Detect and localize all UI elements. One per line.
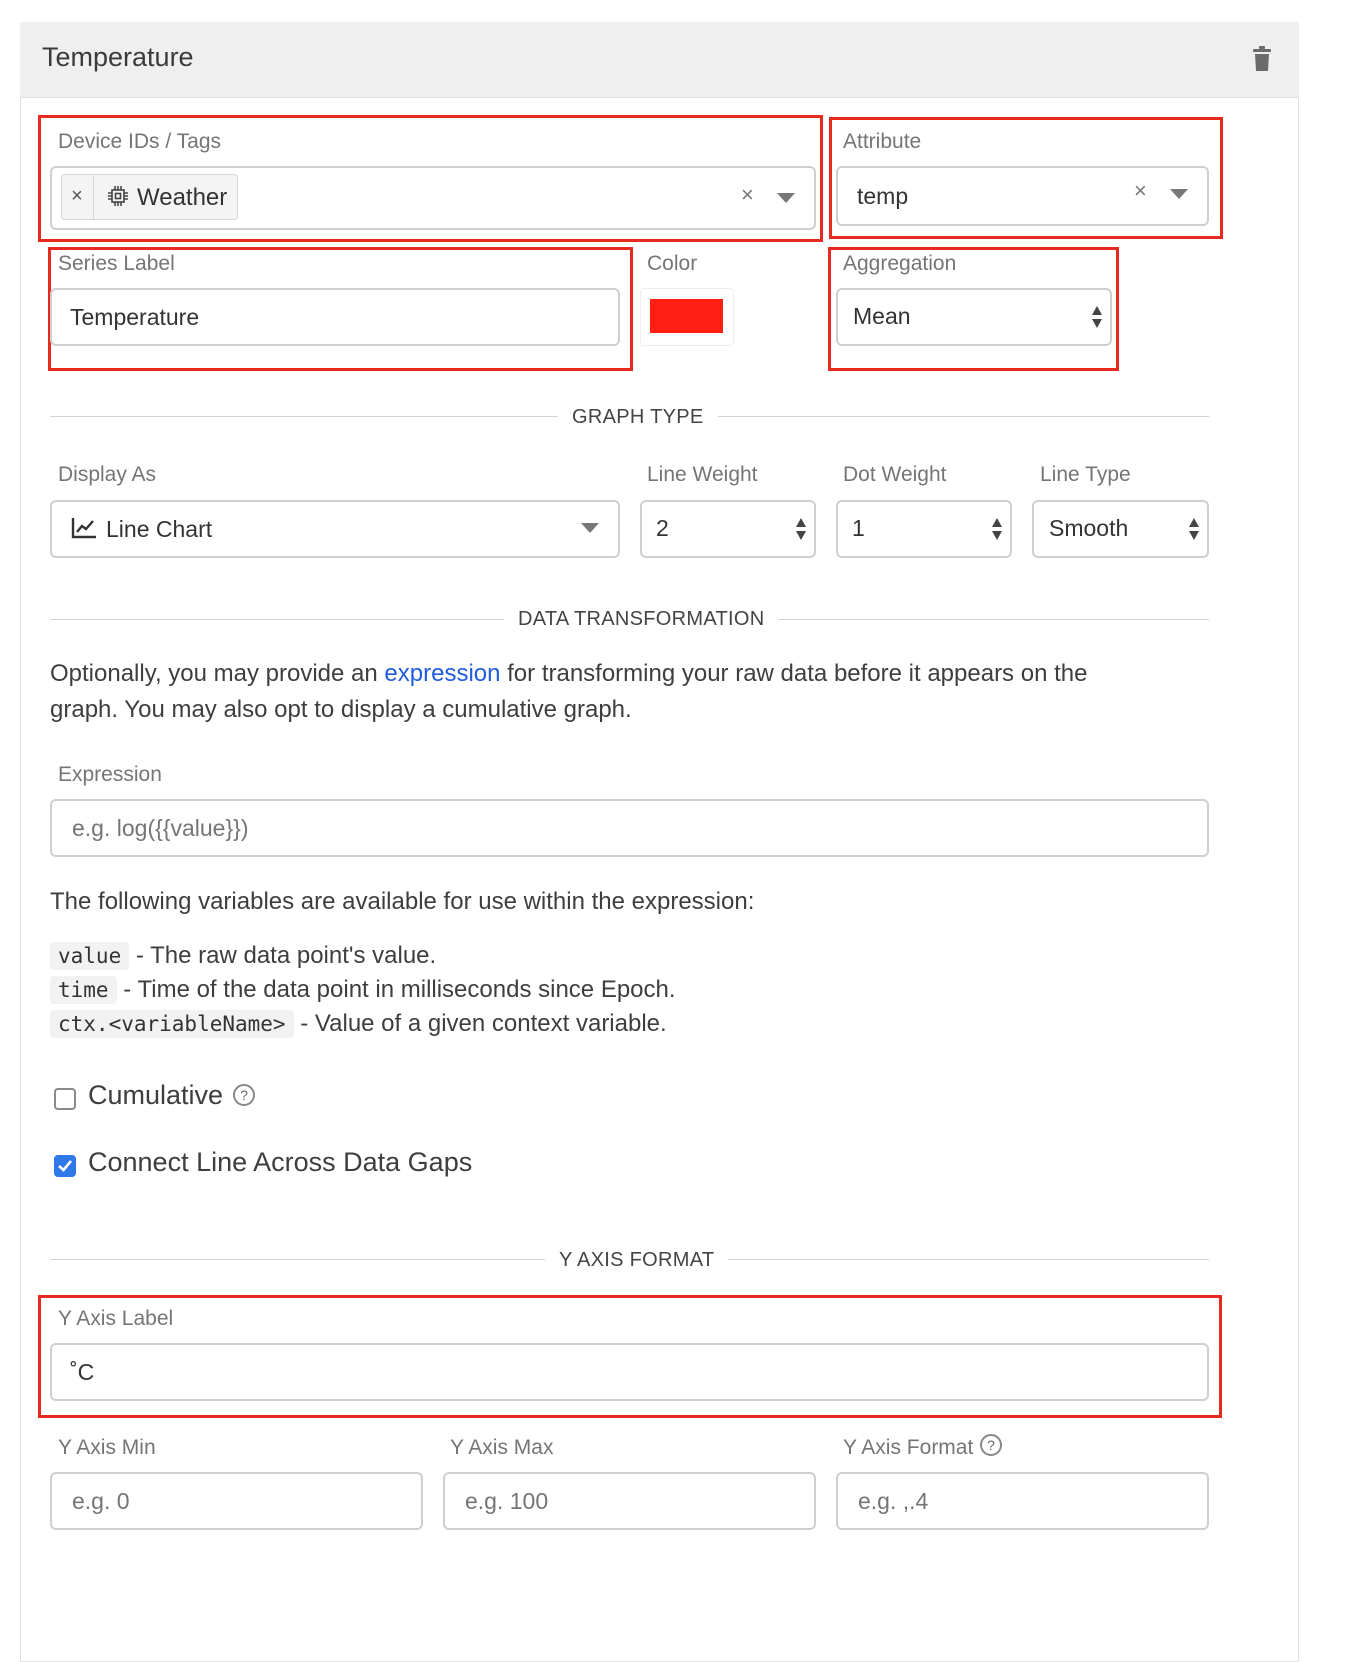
y-axis-title: Y AXIS FORMAT	[545, 1249, 729, 1272]
y-axis-max-input[interactable]	[443, 1472, 816, 1530]
panel-header	[20, 22, 1299, 98]
connect-gaps-label: Connect Line Across Data Gaps	[88, 1147, 473, 1177]
dot-weight-label: Dot Weight	[843, 463, 947, 486]
variable-item: ctx.<variableName> - Value of a given co…	[50, 1006, 667, 1042]
intro-text-before: Optionally, you may provide an	[50, 660, 385, 687]
chip-icon	[106, 184, 130, 208]
color-swatch	[650, 299, 723, 333]
color-label: Color	[647, 252, 698, 275]
y-axis-label-label: Y Axis Label	[58, 1307, 174, 1330]
tag-remove-icon[interactable]: ×	[61, 174, 94, 220]
variable-item: time - Time of the data point in millise…	[50, 972, 676, 1008]
line-type-updown-icon	[1189, 518, 1199, 540]
expression-label: Expression	[58, 763, 162, 786]
variable-desc: - The raw data point's value.	[135, 942, 437, 969]
device-label: Device IDs / Tags	[58, 130, 222, 153]
line-type-value: Smooth	[1049, 515, 1129, 541]
variable-desc: - Value of a given context variable.	[300, 1010, 667, 1037]
cumulative-checkbox[interactable]	[54, 1088, 76, 1110]
variable-code: time	[50, 976, 117, 1004]
expression-link[interactable]: expression	[384, 660, 500, 687]
panel-title: Temperature	[42, 42, 194, 72]
checkmark-icon	[58, 1160, 72, 1172]
attribute-value: temp	[857, 183, 909, 209]
intro-text-line2: graph. You may also opt to display a cum…	[50, 696, 632, 723]
series-label-input[interactable]	[50, 288, 620, 346]
trash-icon[interactable]	[1252, 46, 1272, 72]
y-axis-label-input[interactable]	[50, 1343, 1209, 1401]
device-dropdown-icon[interactable]	[777, 193, 795, 203]
intro-text-after: for transforming your raw data before it…	[500, 660, 1088, 687]
cumulative-label: Cumulative	[88, 1080, 224, 1110]
line-weight-updown-icon	[796, 518, 806, 540]
variable-item: value - The raw data point's value.	[50, 938, 436, 974]
aggregation-label: Aggregation	[843, 252, 957, 275]
weather-tag-label: Weather	[137, 184, 228, 211]
series-label-label: Series Label	[58, 252, 175, 275]
line-chart-icon	[71, 517, 97, 539]
data-transformation-intro: Optionally, you may provide an expressio…	[50, 656, 1210, 728]
variable-code: ctx.<variableName>	[50, 1010, 294, 1038]
graph-type-title: GRAPH TYPE	[558, 406, 718, 429]
variables-intro: The following variables are available fo…	[50, 888, 755, 915]
help-icon[interactable]: ?	[233, 1084, 255, 1106]
aggregation-value-text: Mean	[853, 303, 911, 329]
y-axis-min-label: Y Axis Min	[58, 1436, 156, 1459]
y-axis-min-input[interactable]	[50, 1472, 423, 1530]
y-axis-max-label: Y Axis Max	[450, 1436, 554, 1459]
line-type-label: Line Type	[1040, 463, 1131, 486]
connect-gaps-checkbox[interactable]	[54, 1155, 76, 1177]
y-axis-format-input[interactable]	[836, 1472, 1209, 1530]
display-as-value: Line Chart	[106, 516, 213, 542]
dot-weight-value: 1	[852, 515, 865, 541]
aggregation-updown-icon	[1092, 306, 1102, 328]
data-transformation-title: DATA TRANSFORMATION	[504, 608, 779, 631]
variable-desc: - Time of the data point in milliseconds…	[123, 976, 676, 1003]
device-clear-icon[interactable]: ×	[741, 182, 754, 208]
dot-weight-updown-icon	[992, 518, 1002, 540]
help-icon[interactable]: ?	[980, 1434, 1002, 1456]
expression-input[interactable]	[50, 799, 1209, 857]
display-as-dropdown-icon[interactable]	[581, 523, 599, 533]
display-as-label: Display As	[58, 463, 157, 486]
line-weight-value: 2	[656, 515, 669, 541]
line-weight-label: Line Weight	[647, 463, 758, 486]
attribute-clear-icon[interactable]: ×	[1134, 178, 1147, 204]
attribute-label: Attribute	[843, 130, 922, 153]
attribute-dropdown-icon[interactable]	[1170, 189, 1188, 199]
variable-code: value	[50, 942, 130, 970]
y-axis-format-label: Y Axis Format	[843, 1436, 974, 1459]
